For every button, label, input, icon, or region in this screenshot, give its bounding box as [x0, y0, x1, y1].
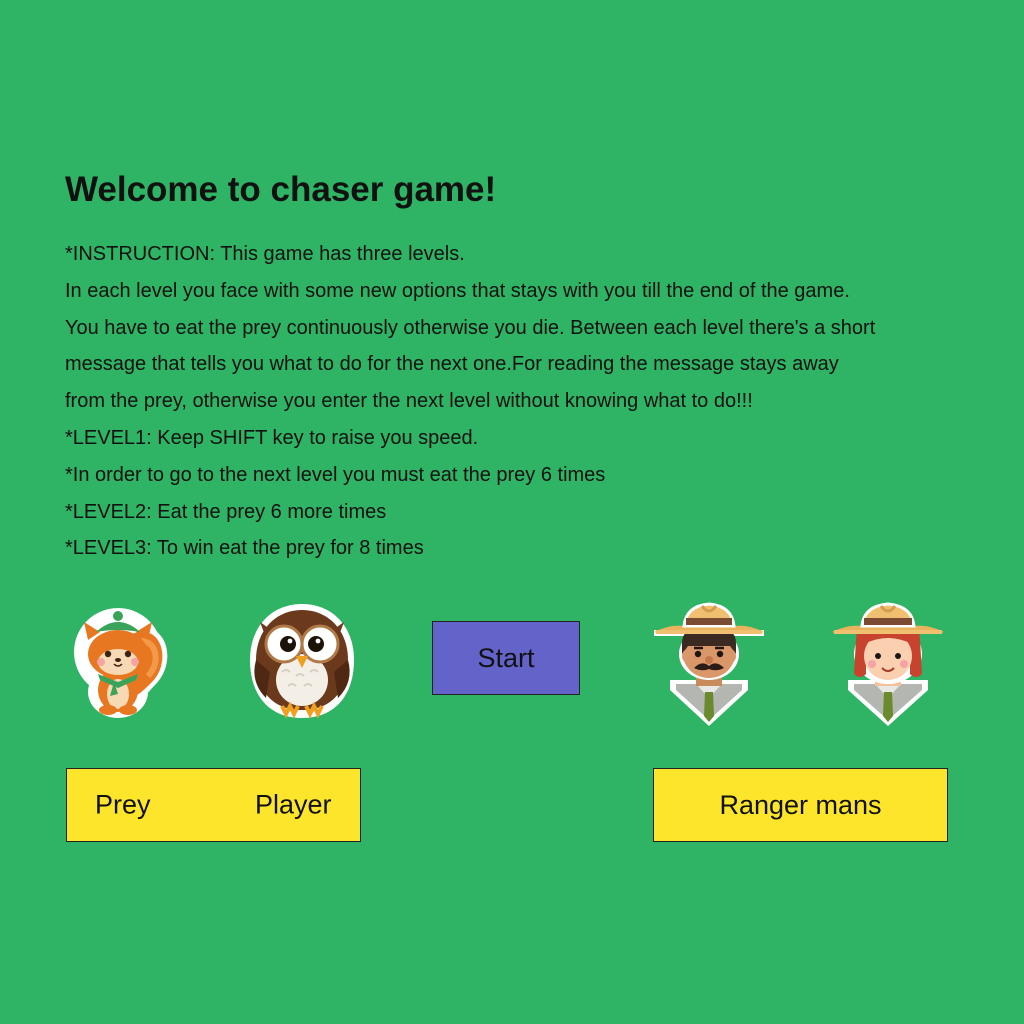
instruction-line: *LEVEL2: Eat the prey 6 more times — [65, 500, 387, 523]
instruction-line: In each level you face with some new opt… — [65, 279, 850, 302]
owl-sprite — [250, 604, 354, 719]
instruction-line: *INSTRUCTION: This game has three levels… — [65, 243, 465, 265]
instruction-line: *LEVEL1: Keep SHIFT key to raise you spe… — [65, 426, 479, 449]
ranger-man-sprite — [654, 602, 764, 726]
instruction-line: *LEVEL3: To win eat the prey for 8 times — [65, 537, 424, 560]
instructions: *INSTRUCTION: This game has three levels… — [65, 236, 985, 567]
rangers-label-box: Ranger mans — [653, 768, 948, 842]
page-title: Welcome to chaser game! — [65, 170, 497, 209]
instruction-line: *In order to go to the next level you mu… — [65, 463, 606, 486]
instruction-line: from the prey, otherwise you enter the n… — [65, 390, 753, 413]
rangers-label: Ranger mans — [719, 789, 882, 820]
prey-player-label-box: Prey Player — [66, 768, 361, 842]
instruction-line: You have to eat the prey continuously ot… — [65, 316, 876, 339]
player-label: Player — [255, 789, 332, 820]
squirrel-sprite — [74, 608, 168, 718]
ranger-woman-sprite — [832, 602, 944, 726]
instruction-line: message that tells you what to do for th… — [65, 353, 839, 376]
start-button[interactable]: Start — [432, 621, 580, 695]
prey-label: Prey — [95, 789, 151, 820]
